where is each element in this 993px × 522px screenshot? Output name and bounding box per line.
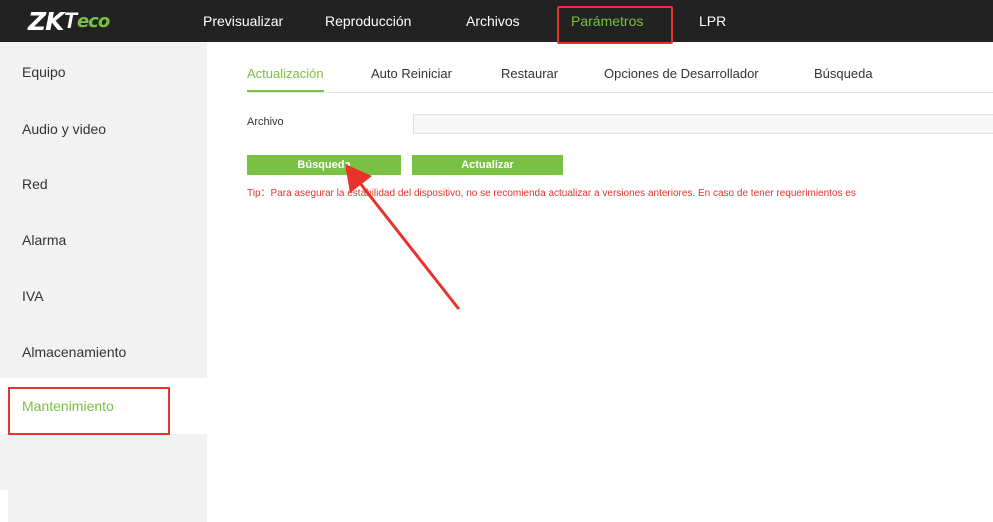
nav-previsualizar[interactable]: Previsualizar (203, 0, 283, 42)
sidebar-item-almacenamiento[interactable]: Almacenamiento (0, 324, 207, 380)
sidebar-gap (0, 490, 8, 522)
tab-auto-reiniciar[interactable]: Auto Reiniciar (371, 58, 452, 90)
maintenance-tabs: Actualización Auto Reiniciar Restaurar O… (247, 58, 993, 93)
file-label: Archivo (247, 116, 284, 128)
nav-lpr[interactable]: LPR (699, 0, 726, 42)
logo-eco: eco (76, 10, 110, 32)
sidebar-item-red[interactable]: Red (0, 156, 207, 212)
zkteco-logo: ZK T eco (28, 6, 110, 36)
sidebar-item-iva[interactable]: IVA (0, 268, 207, 324)
tab-busqueda[interactable]: Búsqueda (814, 58, 873, 90)
sidebar: Equipo Audio y video Red Alarma IVA Alma… (0, 42, 207, 522)
logo-zk: ZK (28, 6, 64, 36)
page: ZK T eco Previsualizar Reproducción Arch… (0, 0, 993, 522)
update-button[interactable]: Actualizar (412, 155, 563, 175)
nav-highlight-box (557, 6, 673, 44)
sidebar-highlight-box (8, 387, 170, 435)
tip-message: Tip：Para asegurar la estabilidad del dis… (247, 188, 856, 199)
tab-actualizacion[interactable]: Actualización (247, 58, 324, 92)
search-button[interactable]: Búsqueda (247, 155, 401, 175)
sidebar-item-alarma[interactable]: Alarma (0, 212, 207, 268)
nav-archivos[interactable]: Archivos (466, 0, 520, 42)
file-input[interactable] (413, 114, 993, 134)
top-nav-bar: ZK T eco Previsualizar Reproducción Arch… (0, 0, 993, 44)
sidebar-item-audio-video[interactable]: Audio y video (0, 101, 207, 157)
sidebar-item-equipo[interactable]: Equipo (0, 44, 207, 100)
tab-opciones-desarrollador[interactable]: Opciones de Desarrollador (604, 58, 759, 90)
logo-t: T (63, 8, 77, 33)
nav-reproduccion[interactable]: Reproducción (325, 0, 411, 42)
tab-restaurar[interactable]: Restaurar (501, 58, 558, 90)
